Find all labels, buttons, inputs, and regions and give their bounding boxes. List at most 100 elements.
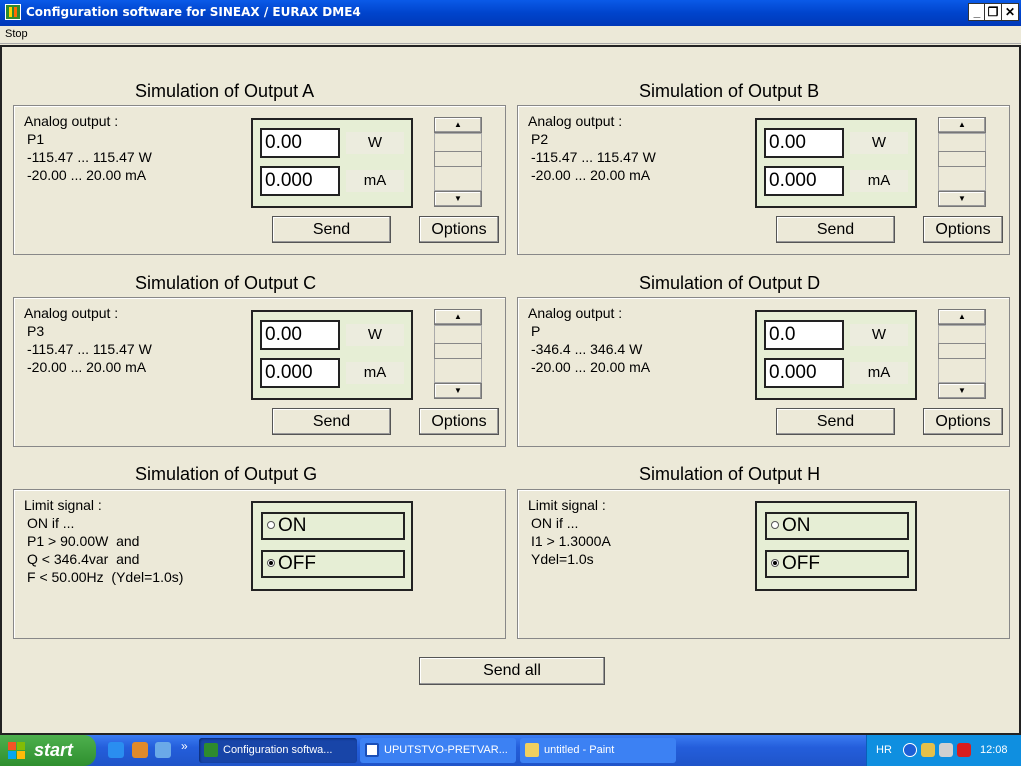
output-g-desc-line: Q < 346.4var and xyxy=(27,551,140,567)
output-h-group: Limit signal : ON if ... I1 > 1.3000A Yd… xyxy=(517,489,1010,639)
output-c-current-input[interactable]: 0.000 xyxy=(260,358,340,388)
output-h-desc-head: Limit signal : xyxy=(528,497,606,513)
start-label: start xyxy=(34,740,74,760)
language-indicator[interactable]: HR xyxy=(876,744,892,756)
output-g-desc-head: Limit signal : xyxy=(24,497,102,513)
desktop-icon[interactable] xyxy=(155,742,171,758)
output-g-off-label: OFF xyxy=(278,553,316,574)
output-c-group: Analog output : P3 -115.47 ... 115.47 W … xyxy=(13,297,506,447)
output-h-title: Simulation of Output H xyxy=(639,464,821,484)
output-d-desc-line: -346.4 ... 346.4 W xyxy=(531,341,643,357)
output-c-options-button[interactable]: Options xyxy=(419,408,499,435)
internet-explorer-icon[interactable] xyxy=(108,742,124,758)
taskbar: start » Configuration softwa... UPUTSTVO… xyxy=(0,735,1021,766)
output-c-title: Simulation of Output C xyxy=(135,273,317,293)
tray-expand-icon[interactable] xyxy=(903,743,917,757)
scroll-down-arrow-icon[interactable]: ▼ xyxy=(938,191,986,207)
scroll-thumb[interactable] xyxy=(938,343,986,359)
output-c-send-button[interactable]: Send xyxy=(272,408,391,435)
output-d-current-unit: mA xyxy=(850,362,908,384)
output-g-off-radio[interactable]: OFF xyxy=(261,550,405,578)
output-c-desc-line: P3 xyxy=(27,323,45,339)
scroll-up-arrow-icon[interactable]: ▲ xyxy=(434,117,482,133)
quicklaunch-overflow-icon[interactable]: » xyxy=(181,739,188,753)
output-g-group: Limit signal : ON if ... P1 > 90.00W and… xyxy=(13,489,506,639)
tray-ati-icon[interactable] xyxy=(957,743,971,757)
output-b-entry-panel: 0.00 W 0.000 mA xyxy=(755,118,917,208)
output-h-desc-line: ON if ... xyxy=(531,515,579,531)
menu-item-stop[interactable]: Stop xyxy=(5,28,28,40)
output-g-title: Simulation of Output G xyxy=(135,464,318,484)
output-d-group: Analog output : P -346.4 ... 346.4 W -20… xyxy=(517,297,1010,447)
scroll-up-arrow-icon[interactable]: ▲ xyxy=(938,309,986,325)
output-h-off-radio[interactable]: OFF xyxy=(765,550,909,578)
output-b-scrollbar[interactable]: ▲ ▼ xyxy=(938,117,986,207)
output-h-on-radio[interactable]: ON xyxy=(765,512,909,540)
output-g-on-radio[interactable]: ON xyxy=(261,512,405,540)
output-b-value-input[interactable]: 0.00 xyxy=(764,128,844,158)
output-a-scrollbar[interactable]: ▲ ▼ xyxy=(434,117,482,207)
scroll-up-arrow-icon[interactable]: ▲ xyxy=(938,117,986,133)
output-a-send-button[interactable]: Send xyxy=(272,216,391,243)
output-d-options-button[interactable]: Options xyxy=(923,408,1003,435)
output-b-current-input[interactable]: 0.000 xyxy=(764,166,844,196)
output-a-group: Analog output : P1 -115.47 ... 115.47 W … xyxy=(13,105,506,255)
close-button[interactable]: ✕ xyxy=(1001,3,1019,21)
output-c-value-unit: W xyxy=(346,324,404,346)
output-b-desc-line: -115.47 ... 115.47 W xyxy=(531,149,656,165)
start-button[interactable]: start xyxy=(0,735,96,766)
radio-icon xyxy=(771,521,779,529)
output-b-group: Analog output : P2 -115.47 ... 115.47 W … xyxy=(517,105,1010,255)
output-a-desc-line: P1 xyxy=(27,131,45,147)
send-all-button[interactable]: Send all xyxy=(419,657,605,685)
window-title: Configuration software for SINEAX / EURA… xyxy=(26,5,361,19)
clock: 12:08 xyxy=(980,744,1008,756)
scroll-thumb[interactable] xyxy=(434,151,482,167)
task-label: Configuration softwa... xyxy=(223,744,333,756)
output-d-scrollbar[interactable]: ▲ ▼ xyxy=(938,309,986,399)
output-c-desc-head: Analog output : xyxy=(24,305,119,321)
scroll-thumb[interactable] xyxy=(434,343,482,359)
output-d-value-input[interactable]: 0.0 xyxy=(764,320,844,350)
output-d-desc-head: Analog output : xyxy=(528,305,623,321)
radio-icon xyxy=(267,521,275,529)
media-icon[interactable] xyxy=(132,742,148,758)
output-d-desc-line: -20.00 ... 20.00 mA xyxy=(531,359,651,375)
title-bar[interactable]: Configuration software for SINEAX / EURA… xyxy=(0,0,1021,26)
output-a-options-button[interactable]: Options xyxy=(419,216,499,243)
output-b-send-button[interactable]: Send xyxy=(776,216,895,243)
app-icon xyxy=(204,743,218,757)
output-c-current-unit: mA xyxy=(346,362,404,384)
scroll-thumb[interactable] xyxy=(938,151,986,167)
task-word-document[interactable]: UPUTSTVO-PRETVAR... xyxy=(360,738,516,763)
output-d-title: Simulation of Output D xyxy=(639,273,821,293)
scroll-down-arrow-icon[interactable]: ▼ xyxy=(434,191,482,207)
output-d-send-button[interactable]: Send xyxy=(776,408,895,435)
tray-volume-icon[interactable] xyxy=(939,743,953,757)
output-c-desc-line: -20.00 ... 20.00 mA xyxy=(27,359,147,375)
restore-button[interactable]: ❐ xyxy=(984,3,1002,21)
radio-selected-icon xyxy=(771,559,779,567)
app-icon[interactable] xyxy=(5,4,21,20)
output-a-title: Simulation of Output A xyxy=(135,81,315,101)
output-h-desc-line: I1 > 1.3000A xyxy=(531,533,611,549)
output-a-value-input[interactable]: 0.00 xyxy=(260,128,340,158)
output-c-value-input[interactable]: 0.00 xyxy=(260,320,340,350)
output-a-desc-head: Analog output : xyxy=(24,113,119,129)
output-g-desc-line: F < 50.00Hz (Ydel=1.0s) xyxy=(27,569,184,585)
output-d-current-input[interactable]: 0.000 xyxy=(764,358,844,388)
scroll-down-arrow-icon[interactable]: ▼ xyxy=(434,383,482,399)
output-g-radio-panel: ON OFF xyxy=(251,501,413,591)
output-b-desc-line: P2 xyxy=(531,131,549,147)
output-a-entry-panel: 0.00 W 0.000 mA xyxy=(251,118,413,208)
output-a-current-input[interactable]: 0.000 xyxy=(260,166,340,196)
scroll-up-arrow-icon[interactable]: ▲ xyxy=(434,309,482,325)
output-a-current-unit: mA xyxy=(346,170,404,192)
scroll-down-arrow-icon[interactable]: ▼ xyxy=(938,383,986,399)
task-configuration-software[interactable]: Configuration softwa... xyxy=(199,738,357,763)
output-c-scrollbar[interactable]: ▲ ▼ xyxy=(434,309,482,399)
tray-network-icon[interactable] xyxy=(921,743,935,757)
output-b-options-button[interactable]: Options xyxy=(923,216,1003,243)
task-paint[interactable]: untitled - Paint xyxy=(520,738,676,763)
radio-selected-icon xyxy=(267,559,275,567)
